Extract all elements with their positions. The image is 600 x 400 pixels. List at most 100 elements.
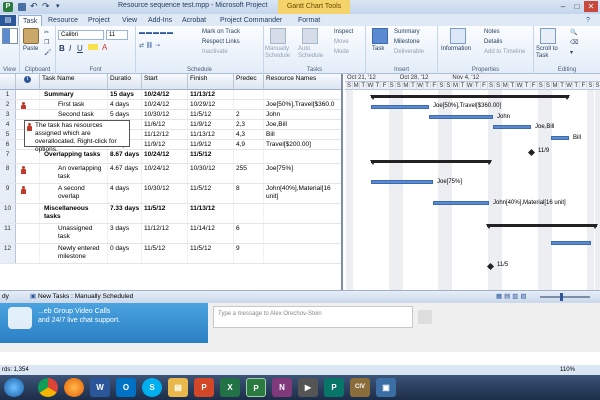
publisher-icon[interactable]: P (324, 378, 344, 397)
tab-project[interactable]: Project (88, 15, 110, 26)
task-bar[interactable] (429, 115, 493, 119)
milestone-button[interactable]: Milestone (394, 39, 420, 45)
table-row[interactable]: 12 Newly entered milestone 0 days 11/5/12 11… (0, 244, 341, 264)
duration-cell[interactable]: 3 days (108, 224, 142, 243)
task-name-cell[interactable]: Summary (40, 90, 108, 99)
resource-names-cell[interactable]: Joe[75%] (264, 164, 341, 183)
indicator-cell[interactable] (16, 204, 40, 223)
task-bar[interactable] (493, 125, 531, 129)
task-bar[interactable] (371, 105, 429, 109)
add-to-timeline-button[interactable]: Add to Timeline (484, 49, 525, 55)
resource-names-cell[interactable] (264, 150, 341, 163)
underline-button[interactable]: U (77, 44, 83, 53)
start-orb-icon[interactable] (4, 378, 24, 397)
font-color-icon[interactable]: A (102, 43, 107, 52)
resource-names-cell[interactable]: John[40%],Material[16 unit] (264, 184, 341, 203)
zoom-slider-thumb[interactable] (560, 293, 563, 301)
table-row[interactable]: 11 Unassigned task 3 days 11/12/12 11/14/12 6 (0, 224, 341, 244)
finish-cell[interactable]: 11/5/12 (188, 244, 234, 263)
quick-redo-icon[interactable]: ↷ (42, 1, 50, 12)
table-row[interactable]: 10 Miscellaneous tasks 7.33 days 11/5/12 11/… (0, 204, 341, 224)
clear-icon[interactable]: ⌫ (570, 39, 578, 46)
details-button[interactable]: Details (484, 39, 502, 45)
finish-cell[interactable]: 11/13/12 (188, 204, 234, 223)
finish-cell[interactable]: 11/5/12 (188, 150, 234, 163)
resource-names-cell[interactable] (264, 244, 341, 263)
tab-file[interactable]: ▤ (0, 15, 16, 26)
scroll-to-task-button[interactable]: Scroll to Task (536, 46, 564, 60)
inspect-button[interactable]: Inspect (334, 29, 353, 35)
new-tasks-mode-button[interactable]: ▣ New Tasks : Manually Scheduled (30, 291, 133, 303)
mark-on-track-button[interactable]: Mark on Track (202, 29, 240, 35)
task-bar[interactable] (371, 180, 433, 184)
row-number[interactable]: 11 (0, 224, 16, 243)
quick-access-dropdown-icon[interactable]: ▾ (56, 2, 60, 10)
help-icon[interactable]: ? (586, 15, 590, 26)
task-name-cell[interactable]: Unassigned task (40, 224, 108, 243)
table-row[interactable]: 1 Summary 15 days 10/24/12 11/13/12 (0, 90, 341, 100)
manually-schedule-button[interactable]: Manually Schedule (265, 46, 295, 60)
start-cell[interactable]: 11/12/12 (142, 130, 188, 139)
predecessors-cell[interactable]: 6 (234, 224, 264, 243)
start-cell[interactable]: 11/12/12 (142, 224, 188, 243)
table-row[interactable]: 9 A second overlap 4 days 10/30/12 11/5/12 8 J… (0, 184, 341, 204)
resource-names-cell[interactable] (264, 90, 341, 99)
predecessors-cell[interactable]: 255 (234, 164, 264, 183)
table-row[interactable]: 2 First task 4 days 10/24/12 10/29/12 Joe[50%… (0, 100, 341, 110)
tab-project-commander[interactable]: Project Commander (220, 15, 282, 26)
summary-bar[interactable] (370, 160, 492, 165)
task-icon[interactable] (372, 28, 388, 44)
tab-view[interactable]: View (122, 15, 137, 26)
font-size-input[interactable]: 11 (106, 30, 128, 40)
start-cell[interactable]: 11/6/12 (142, 120, 188, 129)
column-header-finish[interactable]: Finish (188, 74, 234, 90)
column-header-duration[interactable]: Duratio (108, 74, 142, 90)
indicator-cell[interactable] (16, 244, 40, 263)
explorer-icon[interactable]: ▤ (168, 378, 188, 397)
mode-button[interactable]: Mode (334, 49, 349, 55)
chrome-icon[interactable] (38, 378, 58, 397)
finish-cell[interactable]: 11/9/12 (188, 120, 234, 129)
respect-links-button[interactable]: Respect Links (202, 39, 240, 45)
predecessors-cell[interactable]: 9 (234, 244, 264, 263)
duration-cell[interactable]: 0 days (108, 244, 142, 263)
row-number[interactable]: 2 (0, 100, 16, 109)
gantt-chart-icon[interactable] (2, 28, 18, 44)
task-name-cell[interactable]: First task (40, 100, 108, 109)
row-number[interactable]: 6 (0, 140, 16, 149)
duration-cell[interactable]: 4 days (108, 100, 142, 109)
start-cell[interactable]: 11/5/12 (142, 244, 188, 263)
predecessors-cell[interactable]: 4,9 (234, 140, 264, 149)
paste-icon[interactable] (23, 28, 39, 44)
task-button[interactable]: Task (372, 46, 384, 52)
start-cell[interactable]: 11/9/12 (142, 140, 188, 149)
civ-icon[interactable]: CIV (350, 378, 370, 397)
chat-promo-panel[interactable]: ...eb Group Video Calls and 24/7 live ch… (0, 303, 208, 343)
tab-resource[interactable]: Resource (48, 15, 78, 26)
predecessors-cell[interactable] (234, 150, 264, 163)
finish-cell[interactable]: 11/9/12 (188, 140, 234, 149)
predecessors-cell[interactable] (234, 100, 264, 109)
row-number[interactable]: 7 (0, 150, 16, 163)
media-icon[interactable]: ▶ (298, 378, 318, 397)
task-name-cell[interactable]: Miscellaneous tasks (40, 204, 108, 223)
column-header-predecessors[interactable]: Predec (234, 74, 264, 90)
start-cell[interactable]: 11/5/12 (142, 204, 188, 223)
duration-cell[interactable]: 15 days (108, 90, 142, 99)
task-name-cell[interactable]: A second overlap (40, 184, 108, 203)
select-all-corner[interactable] (0, 74, 16, 90)
start-cell[interactable]: 10/24/12 (142, 90, 188, 99)
information-icon[interactable] (450, 28, 466, 44)
inactivate-button[interactable]: Inactivate (202, 49, 228, 55)
predecessors-cell[interactable] (234, 204, 264, 223)
fill-icon[interactable]: ▾ (570, 49, 573, 56)
start-cell[interactable]: 10/30/12 (142, 110, 188, 119)
duration-cell[interactable]: 4.67 days (108, 164, 142, 183)
column-header-task-name[interactable]: Task Name (40, 74, 108, 90)
view-shortcut-icons[interactable]: ▦▤▥▧ (496, 291, 529, 303)
row-number[interactable]: 8 (0, 164, 16, 183)
duration-cell[interactable]: 4 days (108, 184, 142, 203)
chat-send-icon[interactable] (418, 310, 432, 324)
task-bar[interactable] (551, 241, 591, 245)
firefox-icon[interactable] (64, 378, 84, 397)
